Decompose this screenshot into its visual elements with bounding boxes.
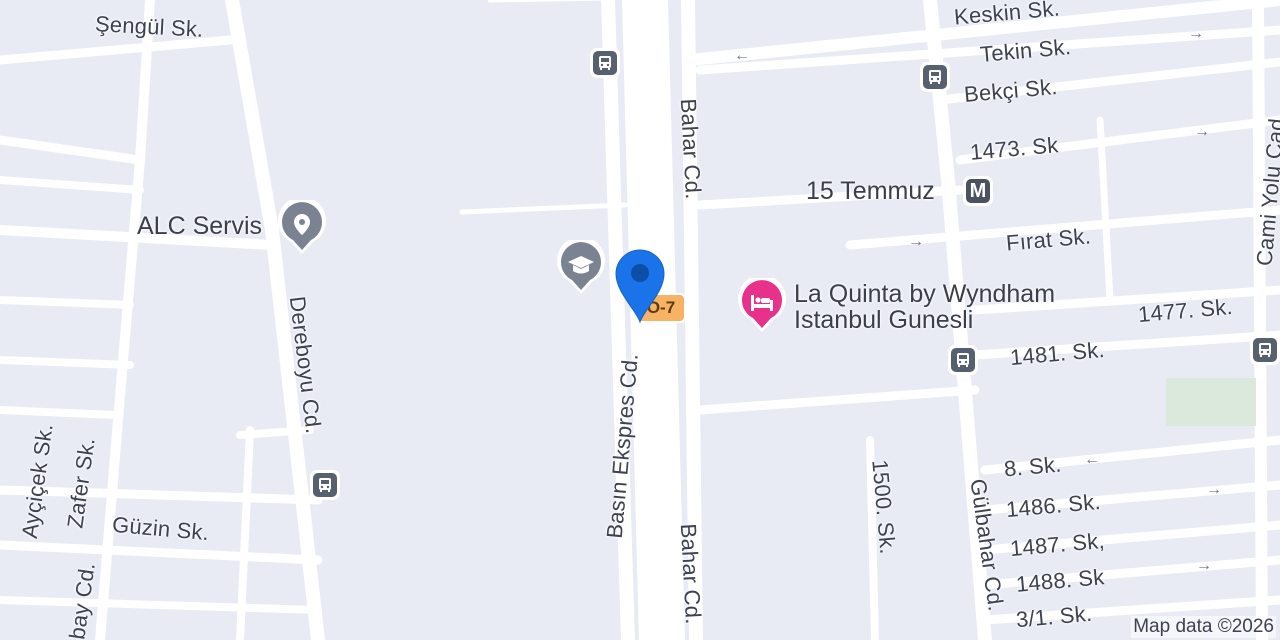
one-way-arrow: → bbox=[1188, 25, 1204, 42]
street-label-bahar-top: Bahar Cd. bbox=[675, 97, 707, 200]
bus-stop-icon[interactable] bbox=[310, 470, 340, 500]
metro-station-icon[interactable]: M bbox=[963, 176, 993, 206]
park-area bbox=[1166, 378, 1256, 426]
map-attribution[interactable]: Map data ©2026 bbox=[1131, 616, 1276, 638]
location-pin-icon[interactable] bbox=[612, 246, 668, 324]
one-way-arrow: ← bbox=[734, 47, 750, 64]
one-way-arrow: → bbox=[1194, 123, 1210, 140]
bus-stop-icon[interactable] bbox=[948, 345, 978, 375]
street-label-bahar-bottom: Bahar Cd. bbox=[675, 522, 707, 625]
hotel-label-line2: Istanbul Gunesli bbox=[794, 306, 974, 335]
one-way-arrow: → bbox=[908, 233, 924, 250]
bus-stop-icon[interactable] bbox=[1250, 335, 1280, 365]
metro-station-label[interactable]: 15 Temmuz bbox=[806, 178, 935, 205]
hotel-label-line1: La Quinta by Wyndham bbox=[794, 280, 1056, 308]
poi-pin-icon[interactable] bbox=[277, 200, 327, 256]
one-way-arrow: ← bbox=[1084, 451, 1100, 468]
bus-stop-icon[interactable] bbox=[590, 48, 620, 78]
street-label-sengul: Şengül Sk. bbox=[94, 11, 205, 42]
bus-stop-icon[interactable] bbox=[920, 62, 950, 92]
one-way-arrow: → bbox=[1196, 557, 1212, 574]
metro-letter: M bbox=[969, 179, 987, 202]
street-label-8: 8. Sk. bbox=[1002, 451, 1063, 482]
hotel-label[interactable]: La Quinta by Wyndham Istanbul Gunesli bbox=[794, 281, 1055, 334]
one-way-arrow: → bbox=[1206, 481, 1222, 498]
poi-label-alc-servis[interactable]: ALC Servis bbox=[137, 213, 262, 240]
hotel-icon[interactable] bbox=[737, 278, 787, 334]
school-icon[interactable] bbox=[556, 240, 606, 296]
map-canvas[interactable]: Şengül Sk. Keskin Sk. Tekin Sk. Bekçi Sk… bbox=[0, 0, 1280, 640]
